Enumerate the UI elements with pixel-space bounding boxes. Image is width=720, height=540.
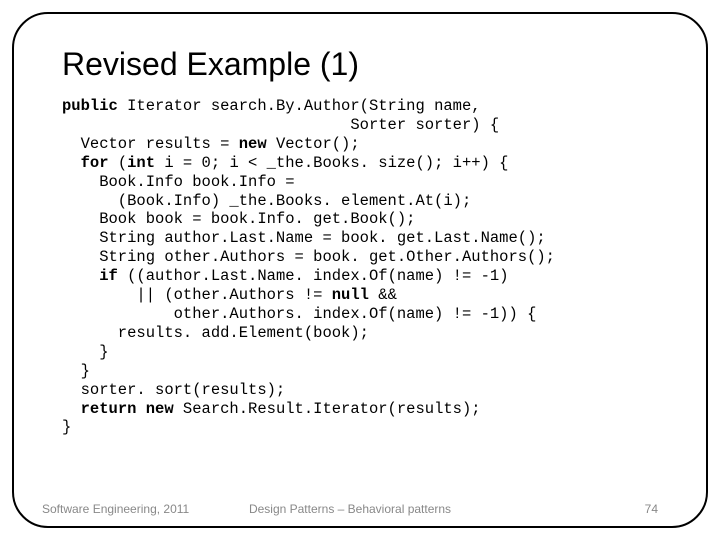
code-text: Search.Result.Iterator(results);: [174, 400, 481, 418]
footer-center: Design Patterns – Behavioral patterns: [196, 502, 504, 516]
code-text: String other.Authors = book. get.Other.A…: [62, 248, 555, 266]
code-text: Iterator search.By.Author(String name,: [118, 97, 481, 115]
kw-for: for: [81, 154, 109, 172]
page-number: 74: [504, 502, 658, 516]
code-text: (Book.Info) _the.Books. element.At(i);: [62, 192, 471, 210]
code-text: other.Authors. index.Of(name) != -1)) {: [62, 305, 536, 323]
code-text: }: [62, 418, 71, 436]
code-text: Sorter sorter) {: [62, 116, 499, 134]
kw-return-new: return new: [81, 400, 174, 418]
footer-left: Software Engineering, 2011: [42, 502, 196, 516]
code-text: i = 0; i < _the.Books. size(); i++) {: [155, 154, 508, 172]
code-text: String author.Last.Name = book. get.Last…: [62, 229, 546, 247]
kw-if: if: [99, 267, 118, 285]
code-text: ((author.Last.Name. index.Of(name) != -1…: [118, 267, 509, 285]
code-text: (: [109, 154, 128, 172]
code-block: public Iterator search.By.Author(String …: [62, 97, 658, 437]
code-text: [62, 154, 81, 172]
slide-frame: Revised Example (1) public Iterator sear…: [12, 12, 708, 528]
code-text: Vector();: [267, 135, 360, 153]
code-text: [62, 400, 81, 418]
kw-int: int: [127, 154, 155, 172]
code-text: Vector results =: [62, 135, 239, 153]
code-text: Book book = book.Info. get.Book();: [62, 210, 415, 228]
kw-new: new: [239, 135, 267, 153]
code-text: results. add.Element(book);: [62, 324, 369, 342]
code-text: }: [62, 362, 90, 380]
code-text: }: [62, 343, 109, 361]
kw-null: null: [332, 286, 369, 304]
code-text: Book.Info book.Info =: [62, 173, 295, 191]
kw-public: public: [62, 97, 118, 115]
code-text: sorter. sort(results);: [62, 381, 285, 399]
footer: Software Engineering, 2011 Design Patter…: [14, 502, 706, 516]
code-text: [62, 267, 99, 285]
slide-title: Revised Example (1): [62, 46, 658, 83]
code-text: || (other.Authors !=: [62, 286, 332, 304]
code-text: &&: [369, 286, 397, 304]
